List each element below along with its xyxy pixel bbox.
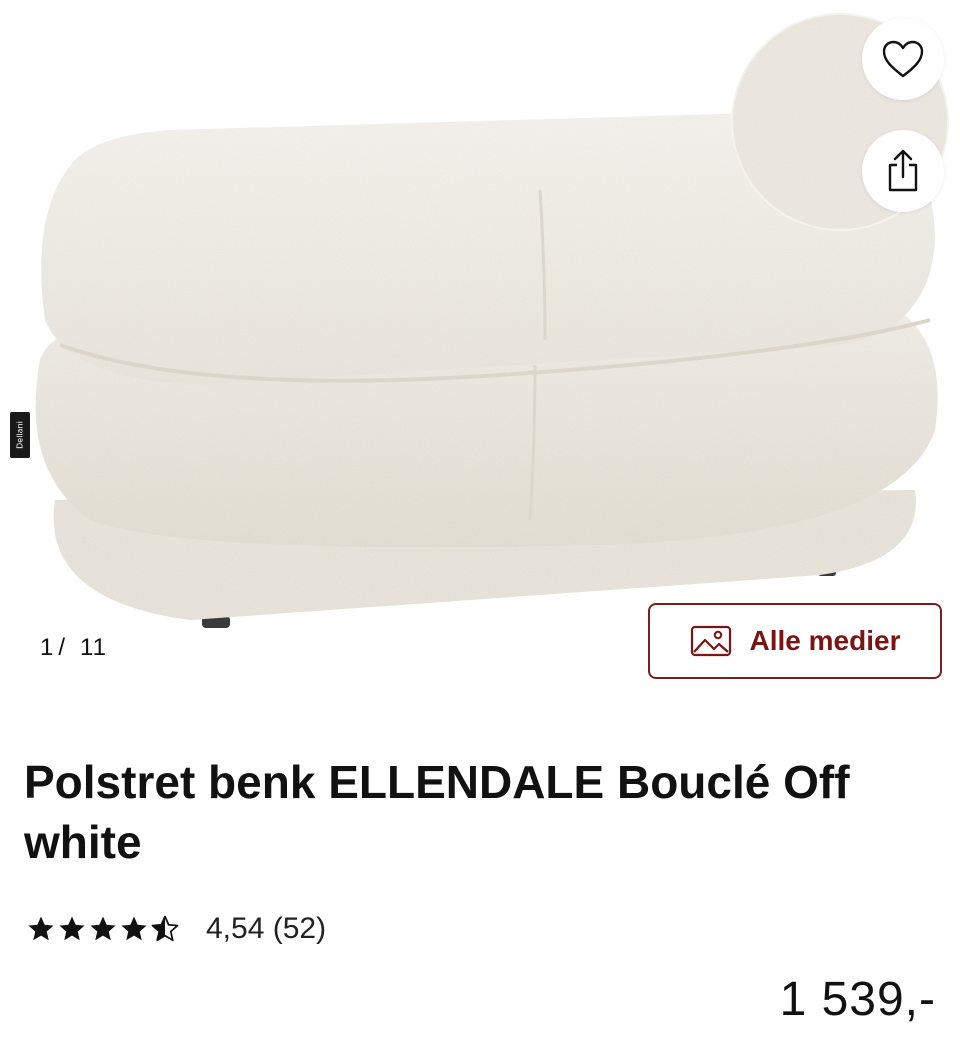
rating-count: (52) — [272, 912, 327, 945]
heart-icon — [882, 40, 924, 78]
share-button[interactable] — [862, 130, 944, 212]
star-icon — [28, 916, 54, 941]
product-gallery[interactable]: Dellani 1/ 11 Alle medier — [0, 0, 960, 700]
product-title: Polstret benk ELLENDALE Bouclé Off white — [24, 756, 850, 868]
star-icon — [90, 916, 116, 941]
product-price: 1 539,- — [779, 973, 936, 1026]
star-icon — [121, 916, 147, 941]
rating-score: 4,54 — [206, 912, 265, 945]
brand-tag: Dellani — [10, 412, 30, 458]
image-counter-total: 11 — [80, 634, 107, 661]
rating-stars — [26, 914, 180, 944]
brand-tag-label: Dellani — [15, 421, 25, 449]
image-icon — [690, 625, 731, 657]
share-icon — [888, 149, 918, 192]
product-rating[interactable]: 4,54 (52) — [26, 912, 326, 946]
all-media-button[interactable]: Alle medier — [648, 603, 942, 679]
half-star-icon — [151, 915, 179, 942]
image-counter: 1/ 11 — [40, 634, 107, 662]
wishlist-button[interactable] — [862, 18, 944, 100]
star-icon — [59, 916, 85, 941]
product-image[interactable] — [0, 0, 960, 700]
image-counter-separator: / — [58, 634, 67, 661]
all-media-label: Alle medier — [749, 625, 901, 656]
rating-value: 4,54 (52) — [206, 912, 326, 946]
image-counter-current: 1 — [40, 634, 55, 661]
